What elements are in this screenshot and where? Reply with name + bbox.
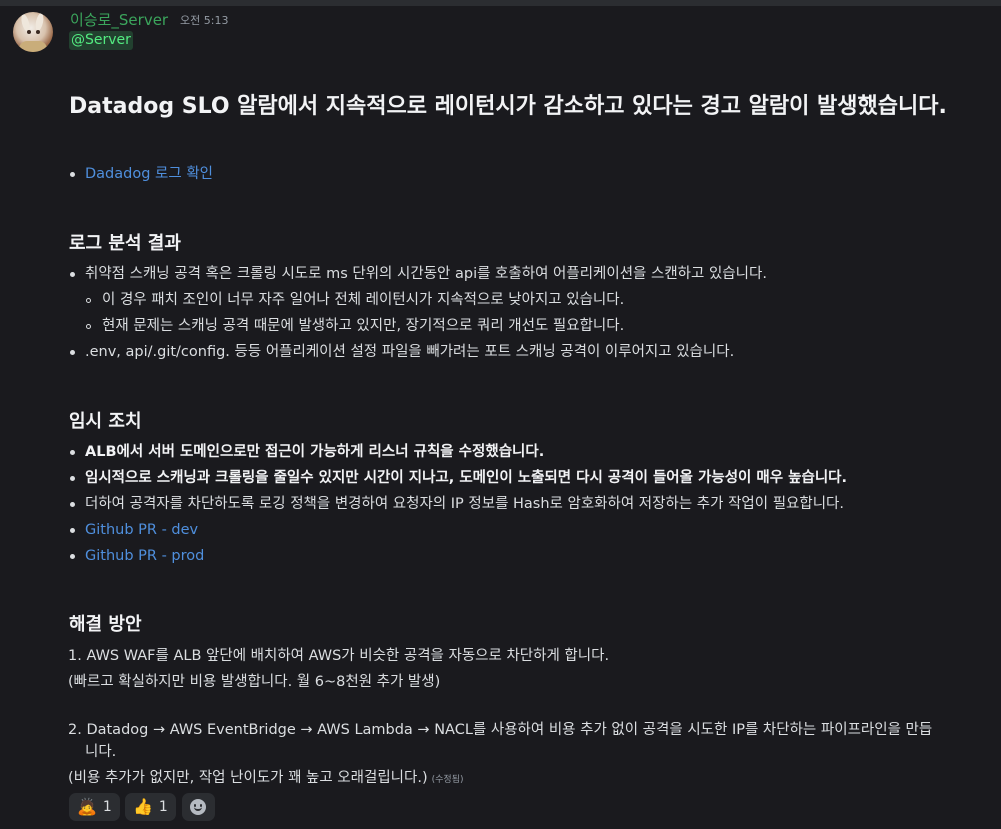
reaction-count: 1 [158,799,168,815]
solution-item-1-note: (빠르고 확실하지만 비용 발생합니다. 월 6~8천원 추가 발생) [68,674,441,690]
bullet-circle [86,324,91,329]
bullet-dot [70,476,75,481]
heading-solution: 해결 방안 [69,614,142,635]
temporary-item-1: ALB에서 서버 도메인으로만 접근이 가능하게 리스너 규칙을 수정했습니다. [85,444,545,460]
github-pr-prod-link[interactable]: Github PR - prod [85,546,204,566]
reaction-thumbs-up[interactable]: 👍 1 [125,793,176,821]
solution-item-2: 2. Datadog → AWS EventBridge → AWS Lambd… [68,722,933,738]
bullet-dot [70,172,75,177]
solution-item-2-note-text: (비용 추가가 없지만, 작업 난이도가 꽤 높고 오래걸립니다.) [68,770,428,786]
solution-item-1: 1. AWS WAF를 ALB 앞단에 배치하여 AWS가 비슷한 공격을 자동… [68,648,610,664]
bullet-dot [70,350,75,355]
reaction-count: 1 [102,799,112,815]
add-reaction-button[interactable] [182,793,215,821]
github-pr-dev-link[interactable]: Github PR - dev [85,520,198,540]
person-bowing-icon: 🙇 [77,797,97,816]
bullet-dot [70,450,75,455]
solution-item-2-continued: 니다. [85,744,117,760]
analysis-subitem-1: 이 경우 패치 조인이 너무 자주 일어나 전체 레이턴시가 지속적으로 낮아지… [102,292,625,308]
solution-item-2-note: (비용 추가가 없지만, 작업 난이도가 꽤 높고 오래걸립니다.) (수정됨) [68,768,464,790]
bullet-dot [70,272,75,277]
heading-log-analysis: 로그 분석 결과 [69,233,181,254]
temporary-item-3: 더하여 공격자를 차단하도록 로깅 정책을 변경하여 요청자의 IP 정보를 H… [85,496,845,512]
bullet-dot [70,502,75,507]
role-mention[interactable]: @Server [69,31,133,50]
smile-icon [190,799,206,815]
thumbs-up-icon: 👍 [133,797,153,816]
analysis-subitem-2: 현재 문제는 스캐닝 공격 때문에 발생하고 있지만, 장기적으로 쿼리 개선도… [102,318,625,334]
reaction-person-bowing[interactable]: 🙇 1 [69,793,120,821]
message-title: Datadog SLO 알람에서 지속적으로 레이턴시가 감소하고 있다는 경고… [69,94,947,119]
bullet-dot [70,554,75,559]
avatar[interactable] [13,12,53,52]
analysis-item-1: 취약점 스캐닝 공격 혹은 크롤링 시도로 ms 단위의 시간동안 api를 호… [85,266,767,282]
bullet-circle [86,298,91,303]
top-border [0,0,1001,6]
author-name[interactable]: 이승로_Server [70,9,168,30]
heading-temporary-action: 임시 조치 [69,411,142,432]
analysis-item-2: .env, api/.git/config. 등등 어플리케이션 설정 파일을 … [85,344,735,360]
temporary-item-2: 임시적으로 스캐닝과 크롤링을 줄일수 있지만 시간이 지나고, 도메인이 노출… [85,470,848,486]
bullet-dot [70,528,75,533]
datadog-log-link[interactable]: Dadadog 로그 확인 [85,164,213,184]
edited-label: (수정됨) [431,775,464,785]
message-timestamp[interactable]: 오전 5:13 [180,12,228,28]
